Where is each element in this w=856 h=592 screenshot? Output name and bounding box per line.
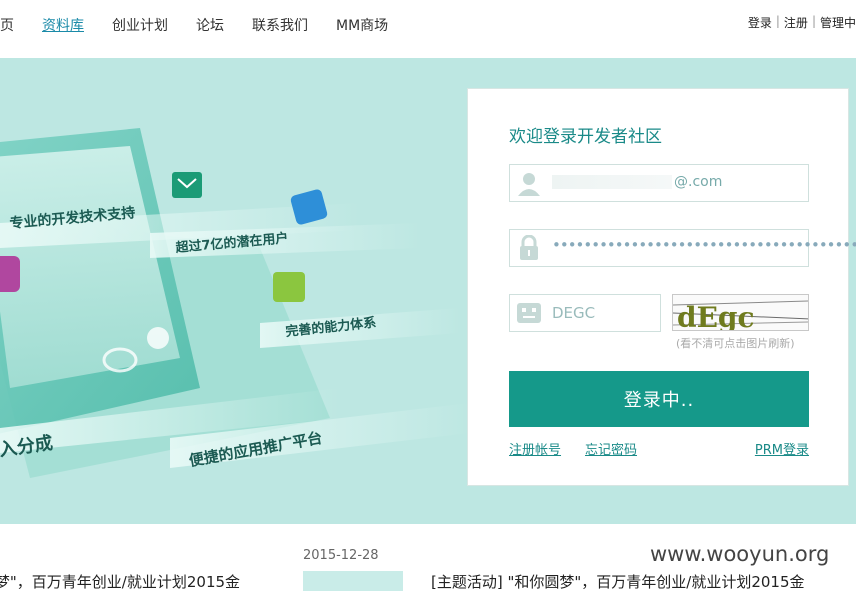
news-strip: 2015-12-28 "梦"，百万青年创业/就业计划2015金 [主题活动] "… [0, 524, 856, 591]
register-link[interactable]: 注册 [784, 14, 808, 31]
login-button[interactable]: 登录中.. [509, 371, 809, 427]
news-item-left[interactable]: "梦"，百万青年创业/就业计划2015金 [0, 571, 240, 592]
robot-icon [510, 295, 548, 331]
forgot-password-link[interactable]: 忘记密码 [585, 439, 637, 458]
password-field[interactable]: ••••••••••••••••••••••••••••••••••••••••… [509, 229, 856, 267]
news-item-right[interactable]: [主题活动] "和你圆梦"，百万青年创业/就业计划2015金 [431, 571, 805, 592]
nav-library[interactable]: 资料库 [42, 15, 84, 35]
login-title: 欢迎登录开发者社区 [509, 127, 662, 147]
nav-contact[interactable]: 联系我们 [252, 15, 308, 35]
nav-startup-plan[interactable]: 创业计划 [112, 15, 168, 35]
watermark: www.wooyun.org [650, 542, 830, 566]
nav-home[interactable]: 首页 [0, 15, 14, 35]
main-nav: 首页 资料库 创业计划 论坛 联系我们 MM商场 [0, 15, 416, 35]
badge-icon [0, 256, 20, 292]
captcha-field[interactable]: DEGC [509, 294, 661, 332]
news-date: 2015-12-28 [303, 548, 379, 563]
doc-icon [273, 272, 305, 302]
user-links: 登录 | 注册 | 管理中 [748, 14, 856, 31]
cloud-icon [147, 327, 169, 349]
nav-mm-store[interactable]: MM商场 [336, 15, 388, 35]
phone-screen [0, 146, 180, 388]
register-account-link[interactable]: 注册帐号 [509, 439, 561, 458]
captcha-value: DEGC [552, 304, 596, 322]
lock-icon [510, 230, 548, 266]
captcha-image[interactable]: dEgc [672, 294, 809, 331]
user-icon [510, 165, 548, 201]
separator: | [811, 14, 816, 28]
captcha-text: dEgc [677, 301, 755, 331]
password-value: ••••••••••••••••••••••••••••••••••••••••… [552, 236, 856, 254]
mail-icon [172, 172, 202, 198]
username-value: @.com [552, 174, 722, 190]
login-link[interactable]: 登录 [748, 14, 772, 31]
top-navbar: 首页 资料库 创业计划 论坛 联系我们 MM商场 登录 | 注册 | 管理中 [0, 0, 856, 58]
username-field[interactable]: @.com [509, 164, 809, 202]
separator: | [775, 14, 780, 28]
nav-forum[interactable]: 论坛 [196, 15, 224, 35]
admin-link[interactable]: 管理中 [820, 14, 856, 31]
captcha-hint: (看不清可点击图片刷新) [676, 337, 795, 350]
news-thumbnail[interactable] [303, 571, 403, 591]
prm-login-link[interactable]: PRM登录 [755, 439, 809, 458]
login-panel: 欢迎登录开发者社区 @.com ••••••••••••••••••••••••… [467, 88, 856, 486]
